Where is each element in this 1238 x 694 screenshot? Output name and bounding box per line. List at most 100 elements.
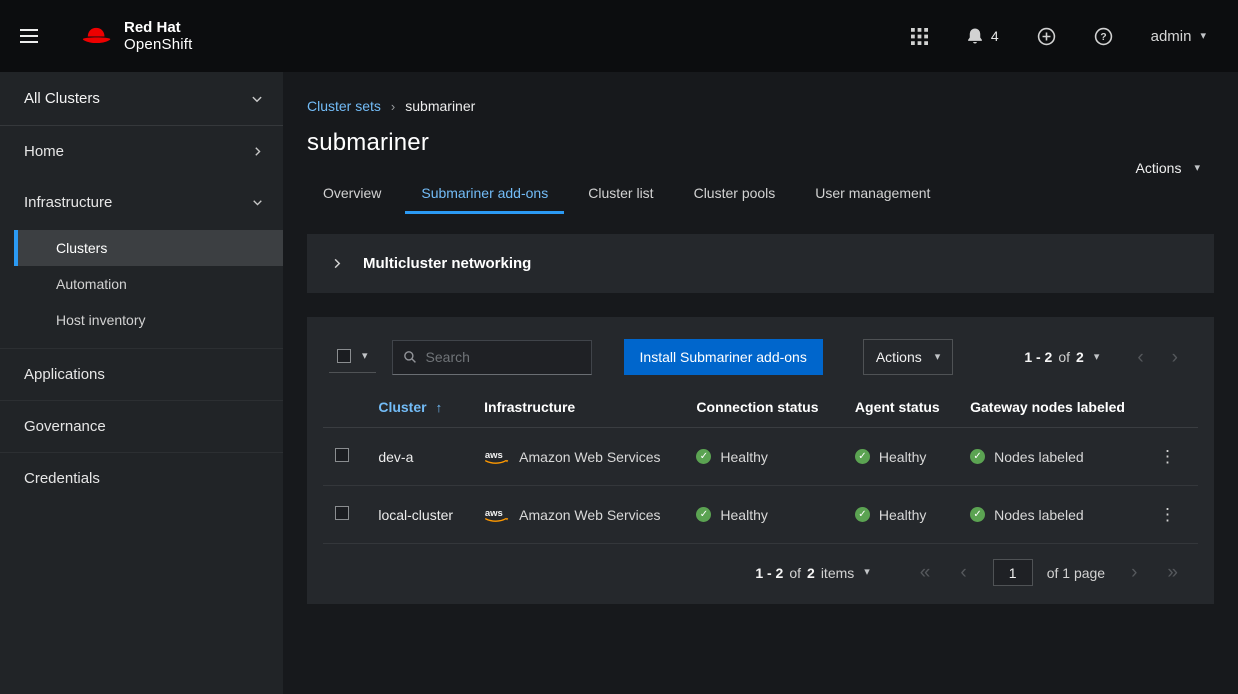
notifications-button[interactable]: 4 (962, 23, 1003, 49)
caret-down-icon: ▾ (1094, 352, 1100, 363)
column-header-cluster[interactable]: Cluster↑ (366, 393, 472, 428)
pagination-nav: « ‹ of 1 page › » (906, 559, 1192, 586)
svg-text:aws: aws (485, 450, 503, 461)
prev-page-button[interactable]: ‹ (1123, 346, 1157, 369)
red-hat-icon (78, 23, 114, 50)
tab-bar: Overview Submariner add-ons Cluster list… (307, 175, 1206, 214)
pagination-of-label: of (789, 565, 801, 581)
tab-label: Cluster pools (694, 185, 776, 201)
agent-status: Healthy (879, 449, 926, 465)
current-page-input[interactable] (993, 559, 1033, 586)
search-icon (403, 350, 417, 364)
sidebar-item-clusters[interactable]: Clusters (14, 230, 283, 266)
app-launcher-button[interactable] (907, 24, 932, 49)
caret-down-icon: ▾ (1200, 31, 1206, 42)
sidebar-item-automation[interactable]: Automation (14, 266, 283, 302)
hamburger-icon (20, 25, 38, 47)
tab-label: Cluster list (588, 185, 653, 201)
healthy-check-icon: ✓ (855, 507, 870, 522)
page-actions-dropdown[interactable]: Actions ▾ (1136, 160, 1200, 176)
sidebar-item-applications[interactable]: Applications (0, 348, 283, 400)
pagination-summary-dropdown[interactable]: 1 - 2 of 2 ▾ (1024, 349, 1099, 365)
prev-page-button[interactable]: ‹ (946, 561, 980, 584)
last-page-button[interactable]: » (1153, 561, 1192, 584)
sidebar-item-home[interactable]: Home (0, 126, 283, 177)
svg-text:aws: aws (485, 508, 503, 519)
tab-submariner-add-ons[interactable]: Submariner add-ons (405, 175, 564, 214)
sidebar-item-label: Host inventory (56, 312, 145, 328)
help-button[interactable]: ? (1090, 23, 1117, 50)
search-box (392, 340, 592, 375)
tab-label: User management (815, 185, 930, 201)
brand-top: Red Hat (124, 19, 193, 36)
main-content: Cluster sets › submariner submariner Ove… (283, 72, 1238, 694)
tab-cluster-pools[interactable]: Cluster pools (678, 175, 792, 214)
tab-overview[interactable]: Overview (307, 175, 397, 214)
sidebar-item-label: Governance (24, 418, 106, 435)
tab-cluster-list[interactable]: Cluster list (572, 175, 669, 214)
perspective-switcher[interactable]: All Clusters (0, 72, 283, 126)
table-toolbar: ▾ Install Submariner add-ons Actions ▾ 1… (323, 333, 1198, 393)
nav-toggle-button[interactable] (0, 0, 58, 72)
clusters-table-card: ▾ Install Submariner add-ons Actions ▾ 1… (307, 317, 1214, 604)
search-input[interactable] (426, 349, 581, 365)
sidebar-item-infrastructure[interactable]: Infrastructure (0, 177, 283, 228)
page-actions-label: Actions (1136, 160, 1182, 176)
expand-toggle-button[interactable] (331, 257, 343, 270)
next-page-button[interactable]: › (1158, 346, 1192, 369)
brand-logo[interactable]: Red Hat OpenShift (78, 19, 193, 54)
tab-user-management[interactable]: User management (799, 175, 946, 214)
sidebar-item-label: Applications (24, 366, 105, 383)
pagination-range: 1 - 2 (755, 565, 783, 581)
next-page-button[interactable]: › (1117, 561, 1151, 584)
pagination-total: 2 (807, 565, 815, 581)
sidebar-nav: All Clusters Home Infrastructure Cluster… (0, 72, 283, 694)
bulk-select-dropdown[interactable]: ▾ (329, 341, 376, 373)
chevron-down-icon (251, 93, 263, 105)
breadcrumb-separator-icon: › (391, 99, 395, 114)
column-header-connection-status: Connection status (684, 393, 843, 428)
page-of-label: of 1 page (1047, 565, 1105, 581)
sidebar-item-governance[interactable]: Governance (0, 400, 283, 452)
sidebar-item-label: Automation (56, 276, 127, 292)
column-header-gateway-nodes: Gateway nodes labeled (958, 393, 1137, 428)
row-checkbox[interactable] (335, 506, 349, 520)
sidebar-item-host-inventory[interactable]: Host inventory (14, 302, 283, 338)
import-cluster-button[interactable] (1033, 23, 1060, 50)
aws-icon: aws (484, 448, 510, 465)
caret-down-icon: ▾ (864, 567, 870, 578)
row-kebab-menu-icon[interactable]: ⋮ (1149, 502, 1186, 527)
row-kebab-menu-icon[interactable]: ⋮ (1149, 444, 1186, 469)
install-submariner-button[interactable]: Install Submariner add-ons (624, 339, 823, 375)
username: admin (1151, 28, 1192, 45)
healthy-check-icon: ✓ (855, 449, 870, 464)
breadcrumb-current: submariner (405, 98, 475, 114)
bell-icon (966, 27, 984, 45)
sort-ascending-icon: ↑ (436, 400, 443, 415)
pagination-summary-dropdown[interactable]: 1 - 2 of 2 items ▾ (755, 565, 869, 581)
breadcrumb-link-cluster-sets[interactable]: Cluster sets (307, 98, 381, 114)
table-row: local-cluster aws Amazon Web Services (323, 486, 1198, 544)
user-menu[interactable]: admin ▾ (1147, 24, 1210, 49)
row-checkbox[interactable] (335, 448, 349, 462)
first-page-button[interactable]: « (906, 561, 945, 584)
cluster-name: dev-a (366, 428, 472, 486)
breadcrumb: Cluster sets › submariner (307, 98, 1206, 114)
multicluster-networking-section: Multicluster networking (307, 234, 1214, 293)
pagination-of-label: of (1058, 349, 1070, 365)
masthead: Red Hat OpenShift 4 (0, 0, 1238, 72)
bulk-select-checkbox[interactable] (337, 349, 351, 363)
table-actions-dropdown[interactable]: Actions ▾ (863, 339, 953, 375)
pagination-bottom: 1 - 2 of 2 items ▾ « ‹ of 1 page › » (323, 544, 1198, 598)
column-header-infrastructure: Infrastructure (472, 393, 684, 428)
healthy-check-icon: ✓ (696, 507, 711, 522)
sidebar-item-label: Clusters (56, 240, 107, 256)
sidebar-item-label: Home (24, 143, 64, 160)
infrastructure-subnav: Clusters Automation Host inventory (0, 228, 283, 348)
cluster-name: local-cluster (366, 486, 472, 544)
sidebar-item-label: Credentials (24, 470, 100, 487)
aws-icon: aws (484, 506, 510, 523)
header-checkbox-cell (323, 393, 366, 428)
pagination-range: 1 - 2 (1024, 349, 1052, 365)
sidebar-item-credentials[interactable]: Credentials (0, 452, 283, 504)
